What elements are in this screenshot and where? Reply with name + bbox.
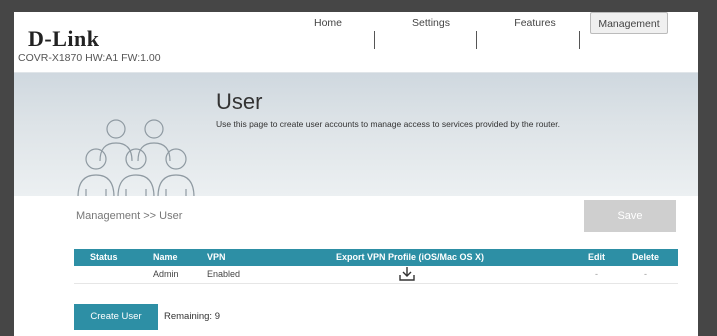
remaining-count: Remaining: 9: [164, 311, 220, 322]
page-hero: User Use this page to create user accoun…: [14, 72, 698, 197]
nav-divider: [476, 31, 477, 49]
col-edit: Edit: [588, 252, 605, 262]
download-icon[interactable]: [398, 265, 416, 283]
users-icon: [77, 119, 195, 197]
breadcrumb: Management >> User: [76, 210, 183, 222]
edit-button[interactable]: -: [595, 266, 598, 283]
table-row: Admin Enabled - -: [74, 266, 678, 284]
header: D-Link COVR-X1870 HW:A1 FW:1.00 Home Set…: [14, 12, 698, 72]
row-vpn: Enabled: [207, 269, 241, 279]
col-export-vpn: Export VPN Profile (iOS/Mac OS X): [336, 252, 485, 262]
device-info: COVR-X1870 HW:A1 FW:1.00: [18, 52, 161, 64]
dlink-logo: D-Link: [28, 26, 100, 51]
delete-button[interactable]: -: [644, 266, 647, 283]
nav-home[interactable]: Home: [298, 12, 358, 34]
save-button[interactable]: Save: [584, 200, 676, 232]
app-frame: D-Link COVR-X1870 HW:A1 FW:1.00 Home Set…: [14, 12, 698, 336]
nav-divider: [579, 31, 580, 49]
nav-features[interactable]: Features: [500, 12, 570, 34]
row-name: Admin: [153, 269, 179, 279]
col-vpn: VPN: [207, 252, 226, 262]
nav-settings[interactable]: Settings: [396, 12, 466, 34]
page-title: User: [216, 89, 263, 114]
col-delete: Delete: [632, 252, 660, 262]
breadcrumb-bar: Management >> User Save: [14, 196, 698, 236]
create-user-button[interactable]: Create User: [74, 304, 158, 330]
nav-divider: [374, 31, 375, 49]
page-description: Use this page to create user accounts to…: [216, 119, 560, 129]
user-table: Status Name VPN Export VPN Profile (iOS/…: [74, 249, 678, 284]
table-header: Status Name VPN Export VPN Profile (iOS/…: [74, 249, 678, 266]
col-name: Name: [153, 252, 178, 262]
nav-management[interactable]: Management: [590, 12, 668, 34]
col-status: Status: [90, 252, 118, 262]
